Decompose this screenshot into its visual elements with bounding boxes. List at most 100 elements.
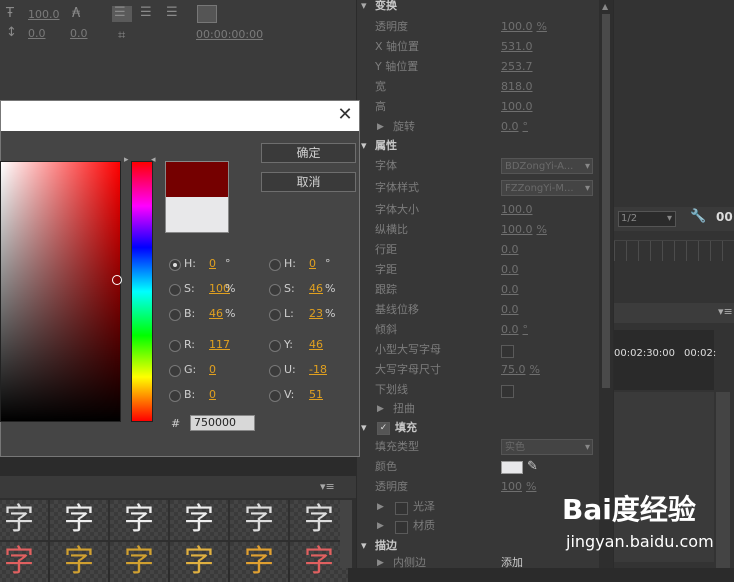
property-value[interactable]: 100.0 [501, 97, 533, 117]
expand-icon[interactable]: ▶ [377, 516, 384, 536]
property-value[interactable]: 100.0% [501, 17, 547, 37]
property-value[interactable]: 531.0 [501, 37, 533, 57]
font-size-value[interactable]: 100.0 [28, 8, 60, 21]
saturation-brightness-field[interactable] [0, 161, 121, 422]
style-tile[interactable]: 字 [170, 500, 228, 540]
color-mode-radio[interactable] [269, 259, 281, 271]
timecode-value[interactable]: 00:00:00:00 [196, 28, 263, 41]
color-field-value[interactable]: -18 [309, 363, 327, 376]
color-field-value[interactable]: 51 [309, 388, 323, 401]
sheen-checkbox[interactable] [395, 502, 408, 515]
eyedropper-icon[interactable]: ✎ [527, 457, 538, 477]
property-value[interactable]: 0.0 [501, 260, 519, 280]
align-right-icon[interactable]: ☰ [166, 5, 178, 20]
color-mode-radio[interactable] [269, 340, 281, 352]
expand-icon[interactable]: ▶ [377, 553, 384, 573]
leading-value[interactable]: 0.0 [28, 27, 46, 40]
style-tile[interactable]: 字 [0, 500, 48, 540]
expand-icon[interactable]: ▶ [377, 399, 384, 419]
style-tile[interactable]: 字 [110, 500, 168, 540]
expand-icon[interactable]: ▶ [377, 497, 384, 517]
property-value[interactable]: 0.0 ° [501, 320, 528, 340]
style-tile[interactable]: 字 [50, 500, 108, 540]
hex-input[interactable]: 750000 [190, 415, 255, 431]
color-mode-radio[interactable] [169, 340, 181, 352]
collapse-icon[interactable]: ▾ [361, 418, 367, 438]
panel-menu-icon[interactable]: ▾≡ [718, 305, 733, 318]
color-mode-radio[interactable] [269, 390, 281, 402]
kerning-value[interactable]: 0.0 [70, 27, 88, 40]
wrench-icon[interactable]: 🔧 [690, 209, 706, 224]
ok-button[interactable]: 确定 [261, 143, 356, 163]
property-value-text: 0.0 [501, 263, 519, 276]
color-field-value[interactable]: 0 [209, 363, 216, 376]
background-video-icon[interactable] [197, 5, 217, 23]
style-tile[interactable]: 字 [110, 542, 168, 582]
expand-icon[interactable]: ▶ [377, 117, 384, 137]
fill-type-dropdown[interactable]: 实色 ▾ [501, 439, 593, 455]
distort-label[interactable]: 扭曲 [393, 399, 415, 419]
add-inner-stroke-link[interactable]: 添加 [501, 553, 523, 573]
color-mode-radio[interactable] [169, 390, 181, 402]
style-tile[interactable]: 字 [230, 542, 288, 582]
fill-color-swatch[interactable] [501, 461, 523, 474]
color-field-value[interactable]: 46 [209, 307, 223, 320]
hue-slider-right-arrow-icon[interactable]: ◂ [151, 155, 156, 165]
color-field-value[interactable]: 46 [309, 282, 323, 295]
smallcaps-checkbox[interactable] [501, 345, 514, 358]
texture-checkbox[interactable] [395, 521, 408, 534]
align-center-icon[interactable]: ☰ [140, 5, 152, 20]
tab-stops-icon[interactable]: ⌗ [118, 28, 125, 43]
transform-header[interactable]: 变换 [375, 0, 397, 16]
font-style-dropdown[interactable]: FZZongYi-M... ▾ [501, 180, 593, 196]
color-mode-radio[interactable] [269, 309, 281, 321]
fill-opacity-value[interactable]: 100% [501, 477, 536, 497]
property-value[interactable]: 818.0 [501, 77, 533, 97]
property-value[interactable]: 253.7 [501, 57, 533, 77]
styles-scrollbar[interactable] [340, 500, 352, 568]
property-value[interactable]: 0.0 ° [501, 117, 528, 137]
fill-checkbox[interactable]: ✓ [377, 422, 390, 435]
style-tile[interactable]: 字 [170, 542, 228, 582]
smallcaps-size-value[interactable]: 75.0% [501, 360, 540, 380]
style-tile[interactable]: 字 [0, 542, 48, 582]
collapse-icon[interactable]: ▾ [361, 0, 367, 16]
color-field-value[interactable]: 23 [309, 307, 323, 320]
color-field-value[interactable]: 117 [209, 338, 230, 351]
color-field-value[interactable]: 0 [309, 257, 316, 270]
property-value[interactable]: 0.0 [501, 300, 519, 320]
panel-scrollbar-thumb[interactable] [602, 14, 610, 388]
font-dropdown[interactable]: BDZongYi-A... ▾ [501, 158, 593, 174]
attributes-header[interactable]: 属性 [375, 136, 397, 156]
hue-slider[interactable] [131, 161, 153, 422]
fill-header[interactable]: 填充 [395, 418, 417, 438]
collapse-icon[interactable]: ▾ [361, 136, 367, 156]
old-color-swatch[interactable] [166, 197, 228, 232]
dialog-title-bar[interactable] [1, 101, 359, 131]
property-value[interactable]: 0.0 [501, 240, 519, 260]
color-mode-radio[interactable] [269, 365, 281, 377]
font-value: BDZongYi-A... [505, 161, 574, 172]
color-field-value[interactable]: 0 [209, 257, 216, 270]
property-value[interactable]: 100.0% [501, 220, 547, 240]
color-mode-radio[interactable] [269, 284, 281, 296]
color-mode-radio[interactable] [169, 309, 181, 321]
color-mode-radio[interactable] [169, 259, 181, 271]
color-field-value[interactable]: 46 [309, 338, 323, 351]
color-picker-cursor[interactable] [112, 275, 122, 285]
style-tile[interactable]: 字 [230, 500, 288, 540]
property-value[interactable]: 0.0 [501, 280, 519, 300]
color-mode-radio[interactable] [169, 284, 181, 296]
hue-slider-left-arrow-icon[interactable]: ▸ [124, 155, 129, 165]
underline-checkbox[interactable] [501, 385, 514, 398]
color-field-value[interactable]: 0 [209, 388, 216, 401]
color-mode-radio[interactable] [169, 365, 181, 377]
cancel-button[interactable]: 取消 [261, 172, 356, 192]
property-value[interactable]: 100.0 [501, 200, 533, 220]
timeline-scrollbar[interactable] [716, 392, 730, 568]
panel-menu-icon[interactable]: ▾≡ [320, 480, 335, 493]
scroll-up-icon[interactable]: ▲ [602, 2, 608, 11]
style-tile[interactable]: 字 [50, 542, 108, 582]
zoom-dropdown[interactable]: 1/2 ▾ [618, 211, 676, 227]
close-icon[interactable]: ✕ [335, 105, 355, 125]
